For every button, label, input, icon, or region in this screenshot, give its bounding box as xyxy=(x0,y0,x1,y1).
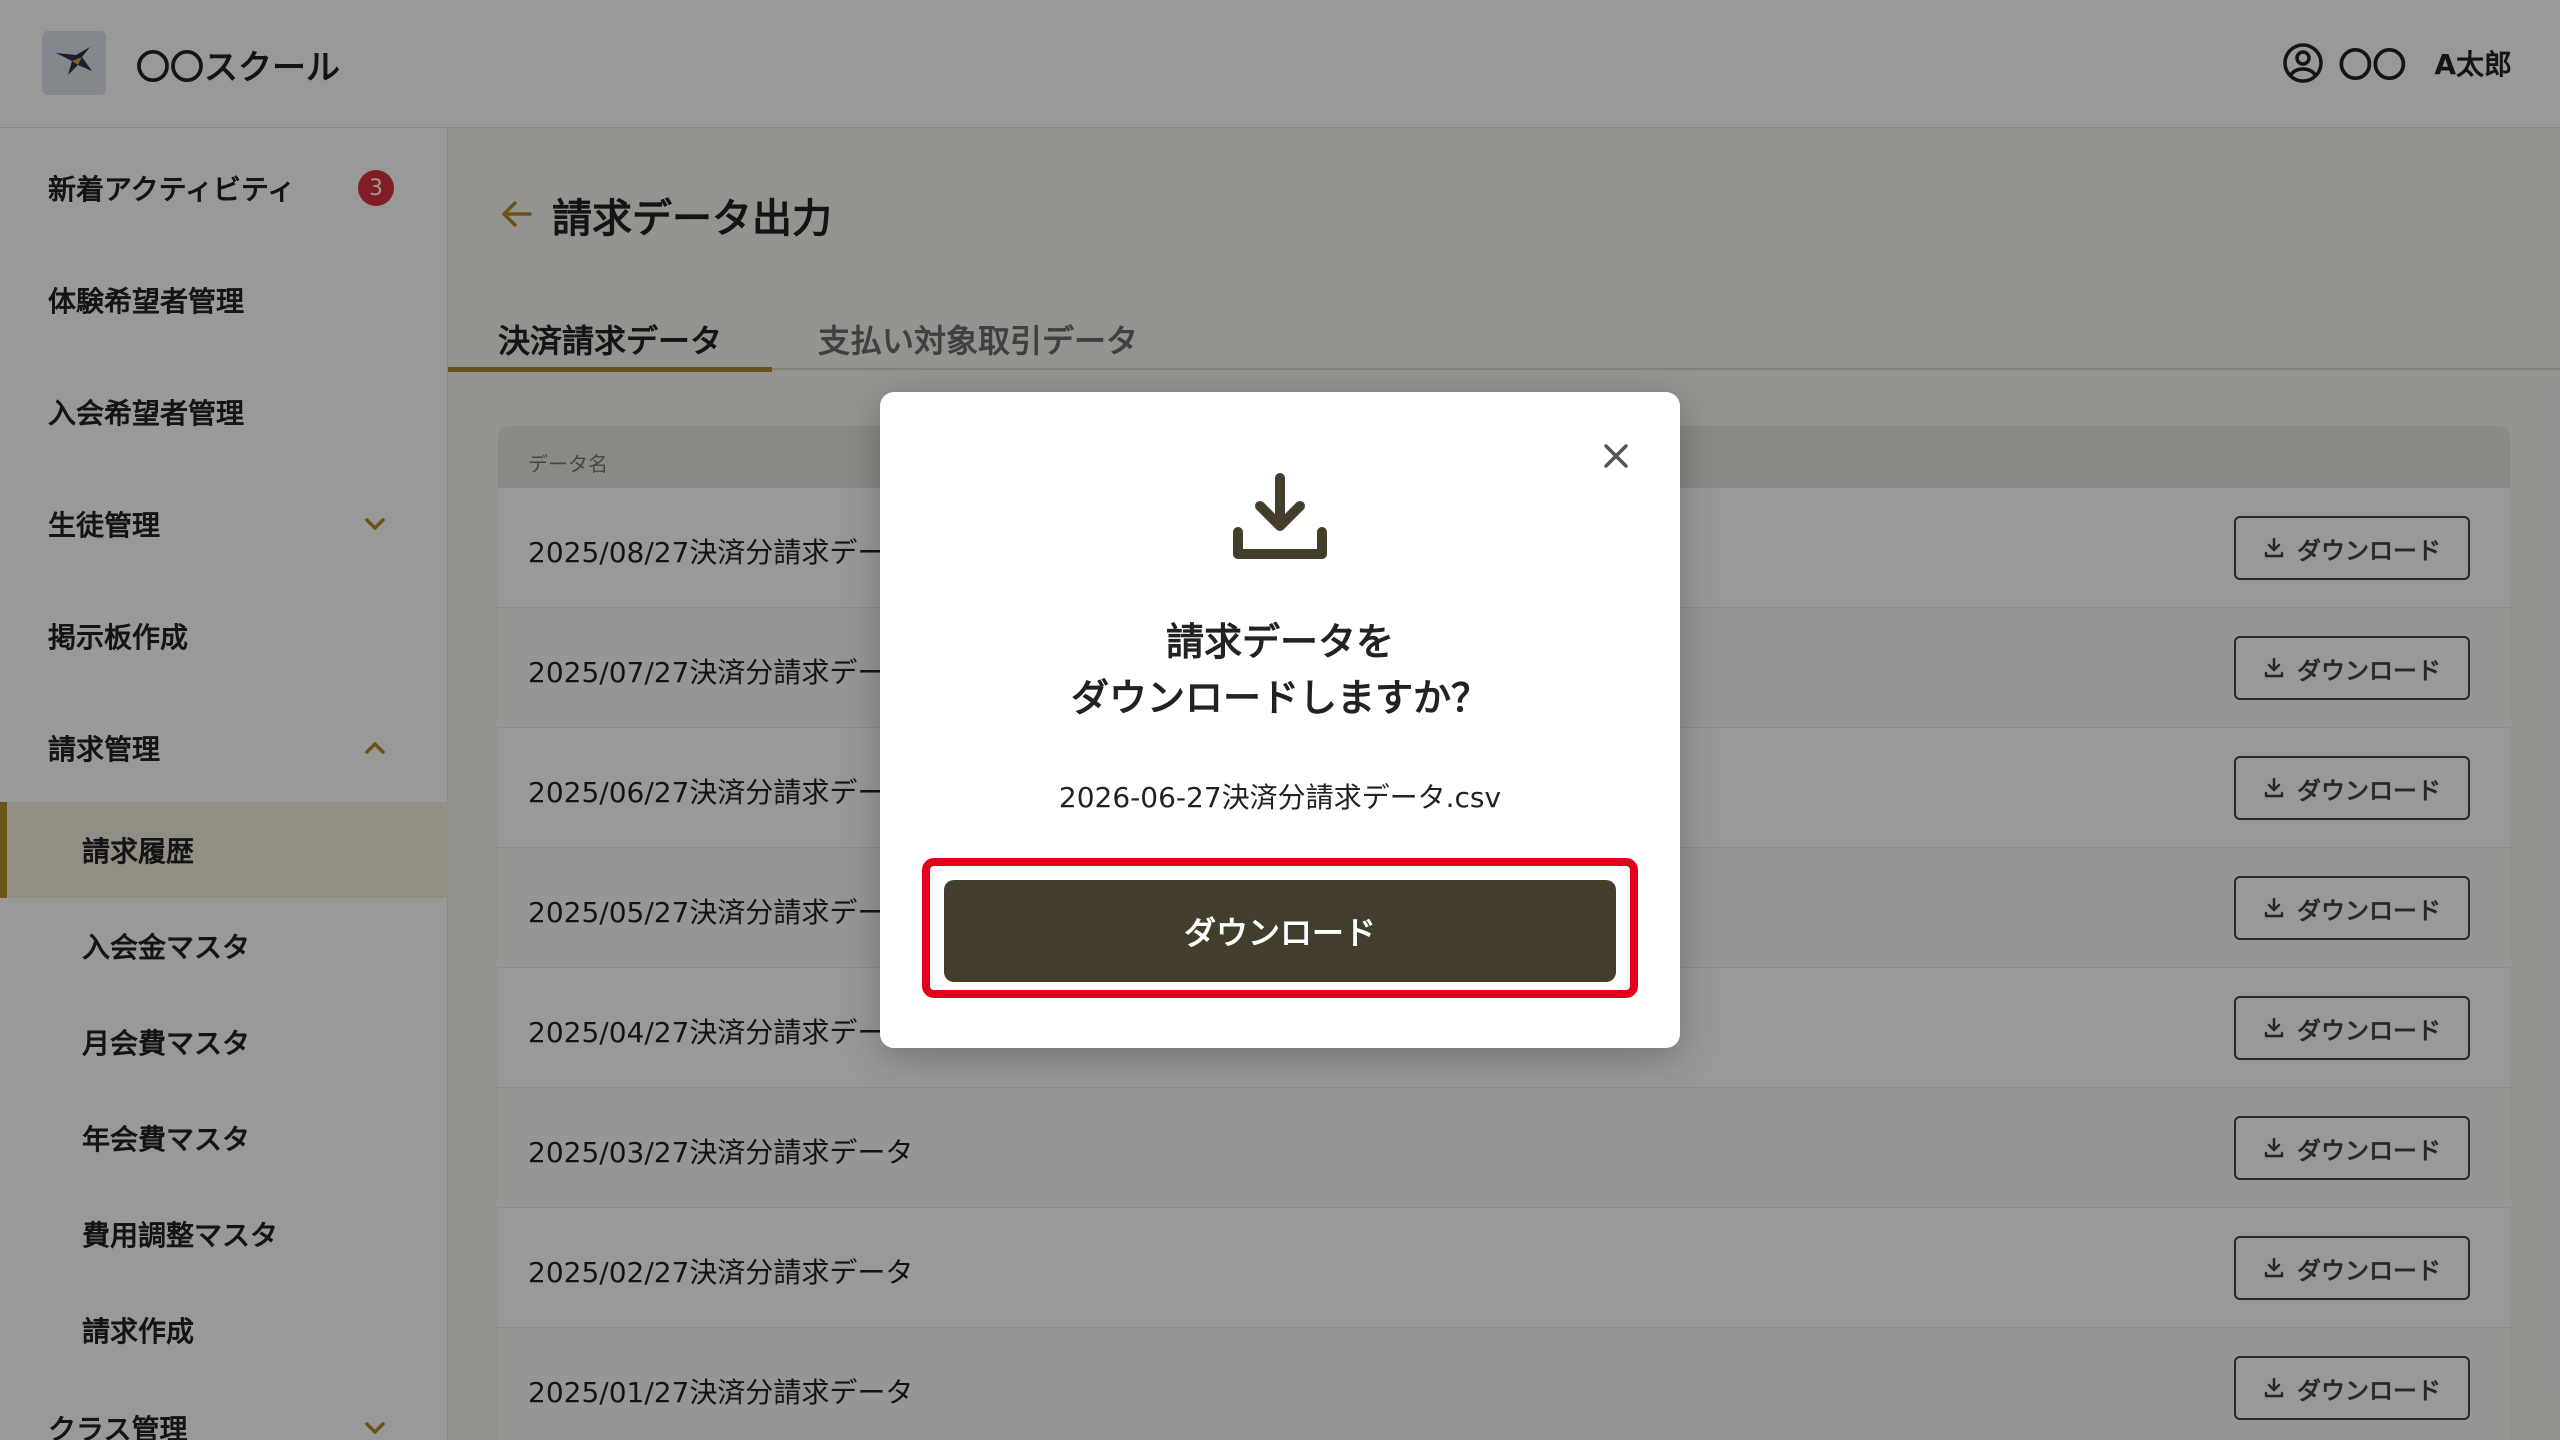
dialog-message-line1: 請求データを xyxy=(1165,620,1394,664)
dialog-filename: 2026-06-27決済分請求データ.csv xyxy=(1058,781,1502,814)
dialog-message: 請求データを ダウンロードしますか？ xyxy=(880,614,1680,726)
dialog-message-line2: ダウンロードしますか？ xyxy=(1070,676,1489,720)
confirm-download-button[interactable]: ダウンロード xyxy=(944,880,1616,982)
download-confirm-dialog: 請求データを ダウンロードしますか？ 2026-06-27決済分請求データ.cs… xyxy=(880,392,1680,1048)
close-icon[interactable] xyxy=(1596,436,1636,476)
download-icon xyxy=(1233,473,1327,559)
